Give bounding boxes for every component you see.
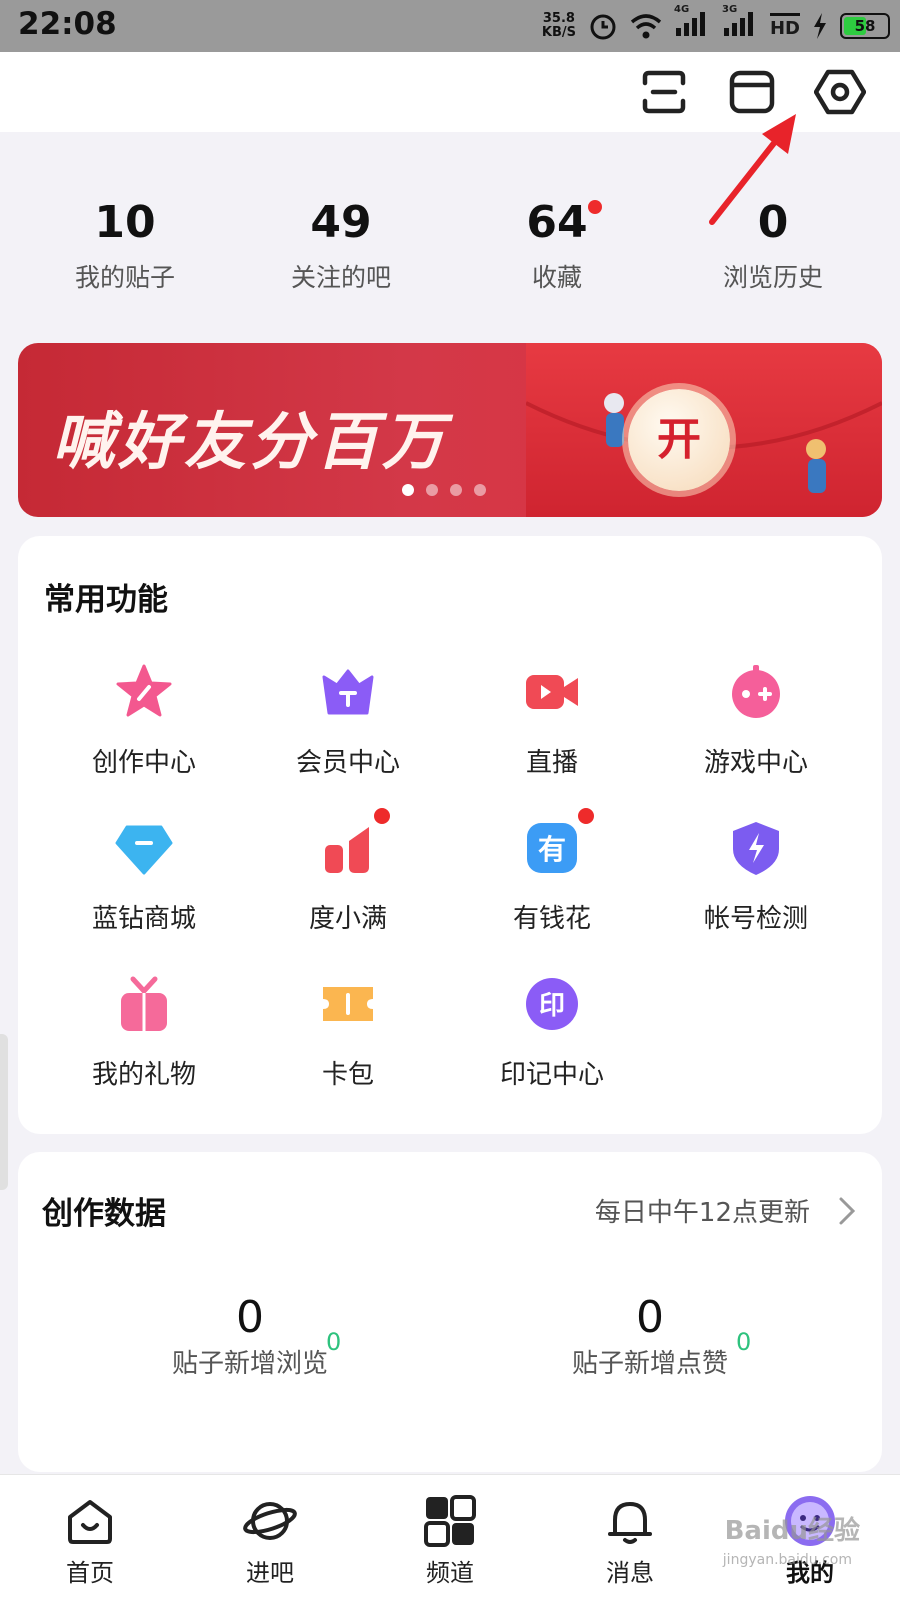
notification-dot — [372, 806, 392, 826]
home-icon — [62, 1493, 118, 1549]
diamond-icon — [112, 816, 176, 880]
money-icon: 有 — [520, 806, 596, 880]
channel-icon — [422, 1493, 478, 1549]
planet-icon — [242, 1493, 298, 1549]
gear-icon — [814, 69, 866, 115]
pagination-dot[interactable] — [474, 484, 486, 496]
hd-icon: HD — [769, 13, 800, 39]
metric-value: 0 — [636, 1292, 664, 1343]
favorites-notification-dot — [588, 200, 602, 214]
signal-4g-icon: 4G — [674, 4, 710, 42]
pagination-dot[interactable] — [450, 484, 462, 496]
func-card-wallet[interactable]: 卡包 — [246, 972, 450, 1091]
bell-icon — [602, 1493, 658, 1549]
star-pen-icon — [112, 660, 176, 724]
stat-label: 我的贴子 — [74, 263, 175, 292]
status-icons: 35.8 KB/S 4G 3G HD 58 — [541, 4, 890, 44]
nav-home[interactable]: 首页 — [20, 1475, 160, 1601]
func-vip-center[interactable]: 会员中心 — [246, 660, 450, 779]
func-live[interactable]: 直播 — [450, 660, 654, 779]
stat-label: 收藏 — [531, 263, 582, 292]
func-duxiaoman[interactable]: 度小满 — [246, 806, 450, 935]
func-youqianhua[interactable]: 有 有钱花 — [450, 806, 654, 935]
svg-text:有: 有 — [538, 833, 566, 866]
metric-post-likes[interactable]: 0 贴子新增点赞 — [530, 1292, 770, 1380]
stat-label: 浏览历史 — [722, 263, 823, 292]
pagination-dot[interactable] — [402, 484, 414, 496]
creation-data-card: 创作数据 每日中午12点更新 0 贴子新增浏览 0 0 贴子新增点赞 0 — [18, 1152, 882, 1472]
stat-value: 10 — [94, 197, 156, 248]
nav-channel[interactable]: 频道 — [380, 1475, 520, 1601]
func-blue-diamond-mall[interactable]: 蓝钻商城 — [42, 816, 246, 935]
func-account-check[interactable]: 帐号检测 — [654, 816, 858, 935]
banner-open-button[interactable]: 开 — [628, 389, 730, 491]
pagination-dot[interactable] — [426, 484, 438, 496]
gamepad-icon — [724, 660, 788, 724]
func-game-center[interactable]: 游戏中心 — [654, 660, 858, 779]
chevron-right-icon[interactable] — [838, 1196, 856, 1226]
nav-bars[interactable]: 进吧 — [200, 1475, 340, 1601]
metric-label: 贴子新增点赞 — [571, 1349, 728, 1379]
func-creator-center[interactable]: 创作中心 — [42, 660, 246, 779]
settings-button[interactable] — [812, 64, 868, 120]
update-note[interactable]: 每日中午12点更新 — [595, 1192, 810, 1229]
stat-label: 关注的吧 — [290, 263, 391, 292]
notification-dot — [576, 806, 596, 826]
gift-icon — [112, 972, 176, 1036]
metric-delta: 0 — [736, 1328, 752, 1356]
battery-icon: 58 — [840, 13, 890, 39]
stat-followed-bars[interactable]: 49 关注的吧 — [251, 196, 431, 294]
alarm-icon — [590, 14, 616, 40]
watermark-url: jingyan.baidu.com — [722, 1552, 852, 1568]
nav-messages[interactable]: 消息 — [560, 1475, 700, 1601]
charging-icon — [814, 13, 826, 39]
watermark: Baidu经验 — [724, 1516, 860, 1546]
side-drawer-handle[interactable] — [0, 1034, 8, 1190]
stat-history[interactable]: 0 浏览历史 — [683, 196, 863, 294]
scan-icon — [642, 70, 686, 114]
signal-3g-icon: 3G — [722, 4, 758, 42]
stat-value: 49 — [310, 197, 372, 248]
common-functions-card: 常用功能 创作中心 会员中心 直播 游戏中心 蓝钻商城 度小满 有 有钱花 帐号… — [18, 536, 882, 1134]
func-seal-center[interactable]: 印 印记中心 — [450, 972, 654, 1091]
func-my-gifts[interactable]: 我的礼物 — [42, 972, 246, 1091]
status-bar: 22:08 35.8 KB/S 4G 3G HD 58 — [0, 0, 900, 52]
ticket-icon — [316, 972, 380, 1036]
stat-value: 0 — [757, 197, 789, 248]
banner-text: 喊好友分百万 — [52, 405, 449, 478]
bar-chart-icon — [316, 806, 392, 880]
status-time: 22:08 — [18, 6, 117, 42]
scan-button[interactable] — [636, 64, 692, 120]
common-functions-title: 常用功能 — [44, 582, 168, 618]
seal-icon: 印 — [520, 972, 584, 1036]
network-speed: 35.8 KB/S — [541, 11, 576, 40]
seal-glyph: 印 — [539, 991, 565, 1021]
stat-value: 64 — [526, 197, 588, 248]
banner-pagination — [402, 484, 486, 496]
creation-data-title: 创作数据 — [42, 1196, 166, 1232]
metric-delta: 0 — [326, 1328, 342, 1356]
shield-bolt-icon — [724, 816, 788, 880]
stat-favorites[interactable]: 64 收藏 — [467, 196, 647, 294]
crown-icon — [316, 660, 380, 724]
wifi-icon — [630, 14, 662, 39]
video-camera-icon — [520, 660, 584, 724]
stat-my-posts[interactable]: 10 我的贴子 — [35, 196, 215, 294]
